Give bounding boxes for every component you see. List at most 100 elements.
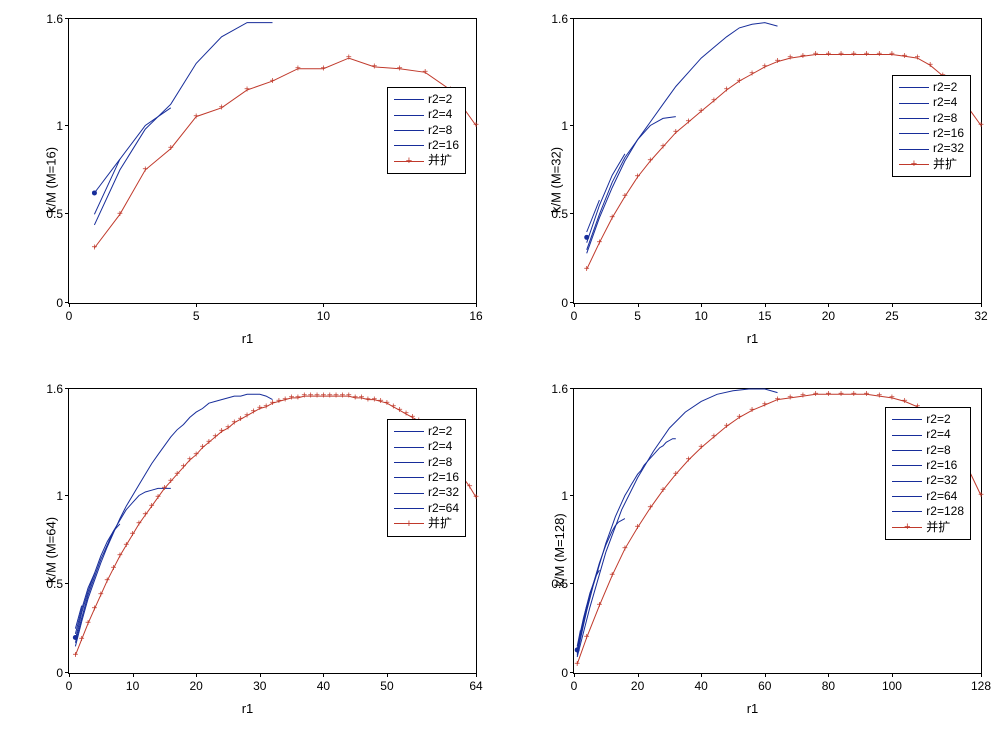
svg-text:+: + (889, 49, 895, 60)
svg-text:+: + (711, 95, 717, 106)
ytick: 0.5 (46, 577, 63, 591)
legend-label: r2=2 (926, 412, 950, 427)
panel-m16: k/M (M=16)r100.511.6051016++++++++++++++… (10, 10, 485, 350)
series-r2=8 (94, 23, 272, 225)
xtick: 0 (66, 309, 73, 323)
svg-text:+: + (149, 501, 155, 512)
svg-text:+: + (327, 391, 333, 402)
svg-text:+: + (340, 391, 346, 402)
xtick: 0 (571, 679, 578, 693)
ylabel: k/M (M=32) (549, 147, 564, 213)
xtick: 80 (822, 679, 835, 693)
svg-text:+: + (244, 85, 250, 96)
xtick: 0 (571, 309, 578, 323)
legend-label: r2=64 (926, 489, 957, 504)
legend: r2=2r2=4r2=8r2=16r2=32+并扩 (892, 75, 971, 177)
svg-text:+: + (673, 127, 679, 138)
svg-text:+: + (238, 414, 244, 425)
ylabel: k/M (M=64) (44, 517, 59, 583)
ytick: 0 (56, 296, 63, 310)
svg-text:+: + (130, 529, 136, 540)
svg-text:+: + (79, 634, 85, 645)
legend: r2=2r2=4r2=8r2=16r2=32r2=64r2=128+并扩 (885, 407, 971, 540)
svg-text:+: + (698, 442, 704, 453)
svg-text:+: + (193, 449, 199, 460)
legend-item: r2=8 (899, 111, 964, 126)
ytick: 0 (561, 666, 568, 680)
xtick: 25 (885, 309, 898, 323)
svg-text:+: + (686, 455, 692, 466)
svg-text:+: + (422, 67, 428, 78)
svg-text:+: + (92, 243, 98, 254)
ytick: 1.6 (551, 382, 568, 396)
legend-item: r2=4 (899, 95, 964, 110)
svg-text:+: + (365, 394, 371, 405)
legend-label: r2=32 (926, 473, 957, 488)
svg-text:+: + (117, 209, 123, 220)
svg-text:+: + (346, 391, 352, 402)
legend-item: r2=2 (899, 80, 964, 95)
legend-label: r2=2 (933, 80, 957, 95)
xtick: 32 (974, 309, 987, 323)
svg-text:+: + (825, 389, 831, 400)
svg-text:+: + (749, 405, 755, 416)
xtick: 20 (190, 679, 203, 693)
svg-text:+: + (902, 51, 908, 62)
xtick: 10 (695, 309, 708, 323)
legend-label: r2=2 (428, 92, 452, 107)
svg-text:+: + (308, 391, 314, 402)
svg-text:+: + (622, 191, 628, 202)
legend-item: +并扩 (892, 520, 964, 535)
legend-item: r2=32 (892, 473, 964, 488)
legend-item: r2=16 (394, 138, 459, 153)
svg-text:+: + (927, 60, 933, 71)
svg-text:+: + (142, 510, 148, 521)
svg-text:+: + (876, 391, 882, 402)
svg-text:+: + (724, 85, 730, 96)
legend-label: r2=16 (428, 138, 459, 153)
svg-text:+: + (117, 550, 123, 561)
legend-item: r2=2 (394, 92, 459, 107)
ytick: 0 (561, 296, 568, 310)
legend-item: r2=8 (394, 123, 459, 138)
legend-label: r2=4 (926, 427, 950, 442)
svg-text:+: + (584, 264, 590, 275)
svg-text:+: + (864, 389, 870, 400)
legend: r2=2r2=4r2=8r2=16r2=32r2=64+并扩 (387, 419, 466, 537)
legend-label: 并扩 (428, 516, 452, 531)
legend-item: +并扩 (899, 157, 964, 172)
svg-text:+: + (257, 403, 263, 414)
legend-label: r2=8 (428, 123, 452, 138)
svg-text:+: + (635, 172, 641, 183)
legend-label: r2=64 (428, 501, 459, 516)
svg-text:+: + (622, 543, 628, 554)
ytick: 1.6 (46, 12, 63, 26)
charts-grid: k/M (M=16)r100.511.6051016++++++++++++++… (10, 10, 990, 720)
svg-text:+: + (864, 49, 870, 60)
legend-label: 并扩 (926, 520, 950, 535)
xtick: 0 (66, 679, 73, 693)
xtick: 30 (253, 679, 266, 693)
legend-item: r2=16 (892, 458, 964, 473)
svg-text:+: + (724, 421, 730, 432)
ytick: 1 (56, 119, 63, 133)
svg-text:+: + (609, 212, 615, 223)
ytick: 1.6 (551, 12, 568, 26)
legend-item: +并扩 (394, 516, 459, 531)
svg-text:+: + (597, 237, 603, 248)
ytick: 1.6 (46, 382, 63, 396)
svg-text:+: + (736, 412, 742, 423)
xlabel: r1 (242, 331, 254, 346)
legend-item: r2=2 (394, 424, 459, 439)
legend-item: r2=128 (892, 504, 964, 519)
svg-text:+: + (295, 393, 301, 404)
xtick: 5 (193, 309, 200, 323)
svg-text:+: + (98, 590, 104, 601)
svg-text:+: + (289, 393, 295, 404)
ytick: 0.5 (46, 207, 63, 221)
svg-text:+: + (584, 632, 590, 643)
xtick: 50 (380, 679, 393, 693)
svg-text:+: + (251, 407, 257, 418)
legend-label: r2=16 (933, 126, 964, 141)
svg-text:+: + (775, 394, 781, 405)
